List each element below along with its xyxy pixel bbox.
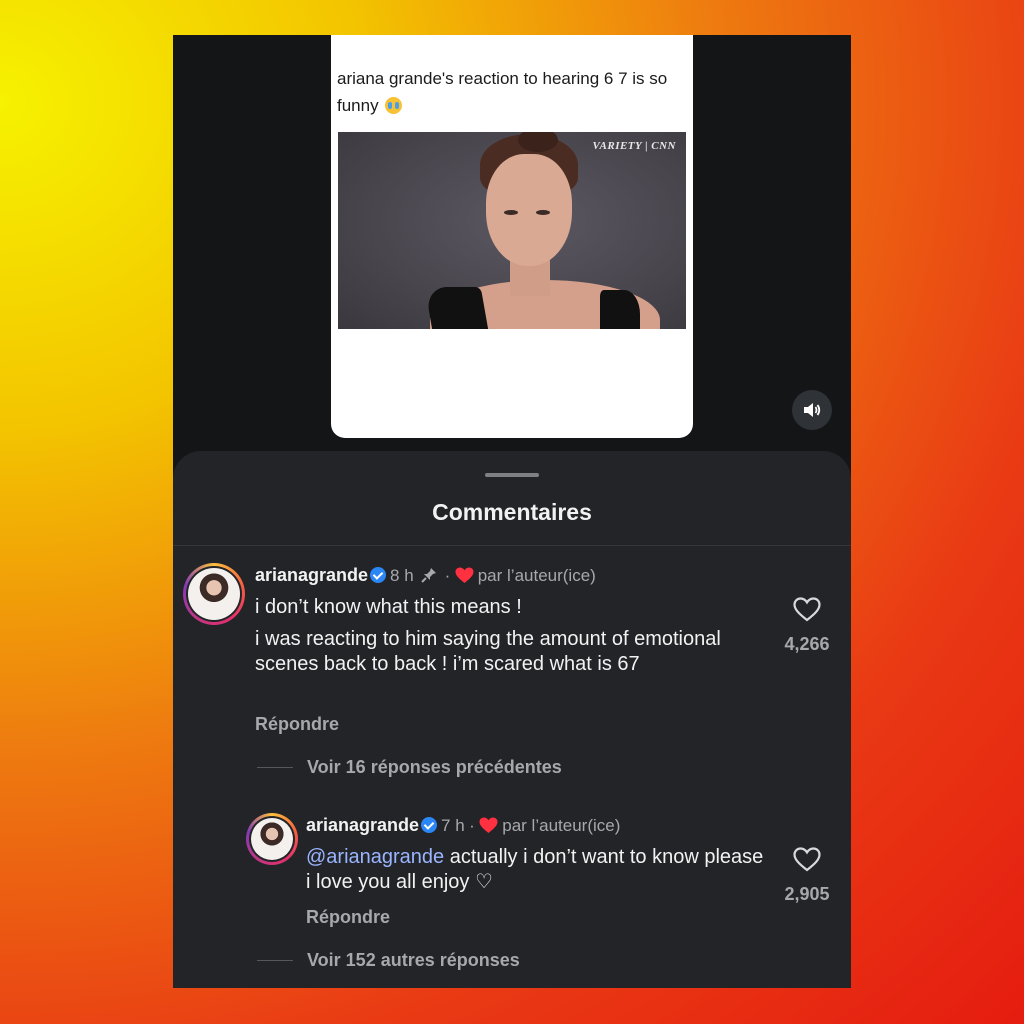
video-figure-eye <box>536 210 550 215</box>
like-count: 4,266 <box>784 634 830 654</box>
comment-paragraph: i was reacting to him saying the amount … <box>255 628 721 675</box>
speaker-icon <box>804 403 821 417</box>
phone-screen: ariana grande's reaction to hearing 6 7 … <box>173 35 851 988</box>
liked-by-author-label: par l’auteur(ice) <box>477 566 596 585</box>
reply-header: arianagrande 7 h · par l’auteur(ice) <box>306 815 621 835</box>
video-figure-eye <box>504 210 518 215</box>
video-figure-dress <box>600 290 640 329</box>
like-count: 2,905 <box>784 884 830 904</box>
comments-sheet: Commentaires arianagrande 8 h · par l’aut… <box>173 451 851 988</box>
heart-icon <box>455 567 474 583</box>
like-heart-icon[interactable] <box>793 597 821 622</box>
comment-paragraph: i don’t know what this means ! <box>255 596 522 618</box>
replies-divider-line <box>257 767 293 768</box>
comment-time: 8 h <box>390 566 414 585</box>
header-divider <box>173 545 851 546</box>
verified-badge-icon <box>421 817 438 833</box>
reply-time: 7 h <box>441 816 465 835</box>
heart-icon <box>479 817 498 833</box>
reply-button[interactable]: Répondre <box>306 907 390 928</box>
reply-button[interactable]: Répondre <box>255 714 339 735</box>
view-more-replies-button[interactable]: Voir 152 autres réponses <box>307 950 520 971</box>
avatar[interactable] <box>246 813 298 865</box>
loudly-crying-face-icon <box>385 97 403 114</box>
post-caption: ariana grande's reaction to hearing 6 7 … <box>337 69 668 115</box>
video-figure-face <box>486 154 572 266</box>
video-watermark: VARIETY | CNN <box>592 140 676 152</box>
comment-header: arianagrande 8 h · par l’auteur(ice) <box>255 565 596 585</box>
like-heart-icon[interactable] <box>793 847 821 872</box>
avatar[interactable] <box>183 563 245 625</box>
sheet-drag-handle[interactable] <box>485 473 539 477</box>
view-previous-replies-button[interactable]: Voir 16 réponses précédentes <box>307 757 562 778</box>
sound-toggle-button[interactable] <box>792 390 832 430</box>
comment-body: i don’t know what this means ! i was rea… <box>255 595 765 677</box>
liked-by-author-label: par l’auteur(ice) <box>502 816 621 835</box>
comments-title: Commentaires <box>432 499 592 525</box>
pin-icon <box>421 568 437 583</box>
post-card[interactable]: ariana grande's reaction to hearing 6 7 … <box>331 35 693 438</box>
replies-divider-line <box>257 960 293 961</box>
video-figure-dress <box>424 287 492 329</box>
reply-username[interactable]: arianagrande <box>306 815 419 835</box>
comment-username[interactable]: arianagrande <box>255 565 368 585</box>
mention-link[interactable]: @arianagrande <box>306 846 444 868</box>
reply-body: @arianagrande actually i don’t want to k… <box>306 845 766 895</box>
verified-badge-icon <box>370 567 387 583</box>
post-video[interactable]: VARIETY | CNN <box>338 132 686 329</box>
